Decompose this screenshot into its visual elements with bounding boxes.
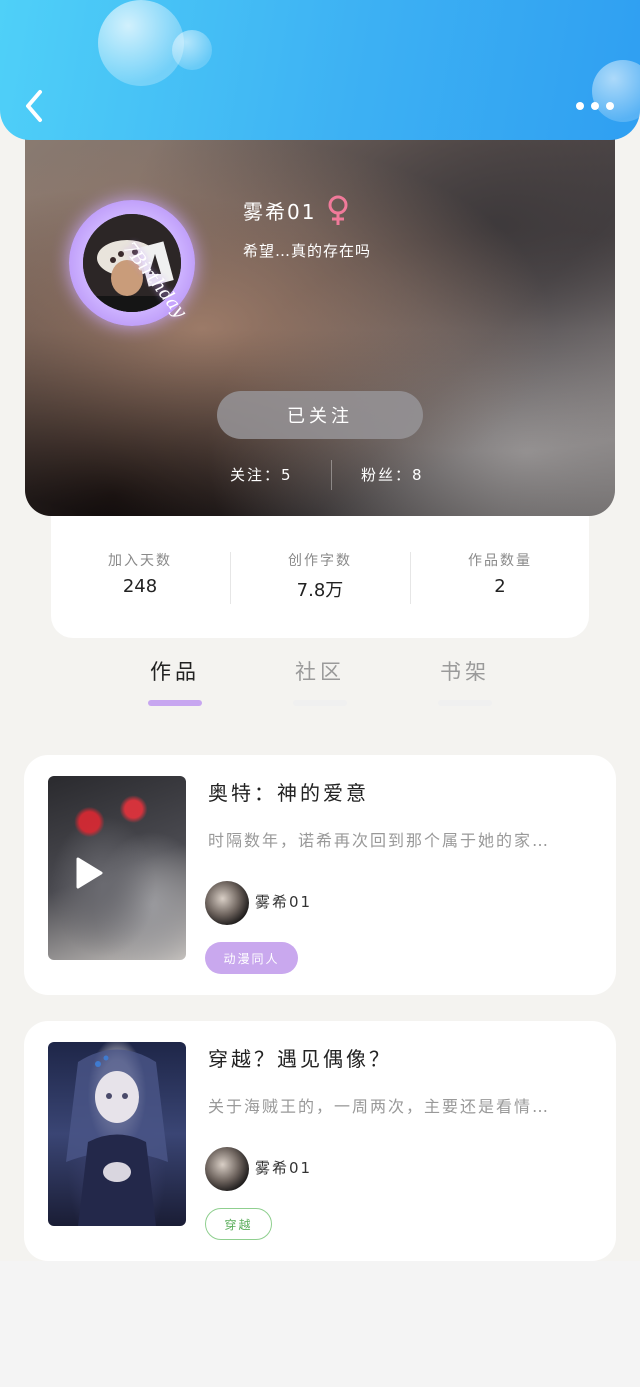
more-dots-icon (606, 102, 614, 110)
stat-join-days: 加入天数 248 (51, 550, 229, 597)
following-count[interactable]: 关注：5 (230, 464, 293, 485)
profile-card: 7Birthday 雾希01 希望…真的存在吗 已关注 关注：5 粉丝：8 (25, 100, 615, 516)
tab-indicator (293, 700, 347, 706)
play-icon[interactable] (74, 856, 104, 890)
follow-counts: 关注：5 粉丝：8 (25, 460, 615, 490)
author-avatar[interactable] (205, 881, 249, 925)
fans-count[interactable]: 粉丝：8 (361, 464, 424, 485)
stat-label: 创作字数 (288, 553, 352, 569)
user-bio: 希望…真的存在吗 (243, 242, 372, 260)
decor-bubble (98, 0, 184, 86)
tab-bookshelf[interactable]: 书架 (410, 656, 520, 706)
user-name: 雾希01 (243, 200, 317, 224)
stat-works-count: 作品数量 2 (411, 550, 589, 597)
female-gender-icon (328, 195, 348, 225)
stat-word-count: 创作字数 7.8万 (231, 550, 409, 602)
profile-tabs: 作品 社区 书架 (0, 652, 640, 712)
decor-bubble (172, 30, 212, 70)
more-button[interactable] (576, 96, 614, 116)
work-description: 关于海贼王的，一周两次，主要还是看情… (208, 1097, 551, 1116)
follow-button[interactable]: 已关注 (217, 391, 423, 439)
profile-page: 7Birthday 雾希01 希望…真的存在吗 已关注 关注：5 粉丝：8 加入… (0, 0, 640, 1387)
stat-value: 248 (122, 576, 158, 597)
tab-works[interactable]: 作品 (120, 656, 230, 706)
tab-indicator (438, 700, 492, 706)
work-card[interactable]: 穿越？遇见偶像？ 关于海贼王的，一周两次，主要还是看情… 雾希01 穿越 (24, 1021, 616, 1261)
top-header (0, 0, 640, 140)
stat-label: 加入天数 (108, 553, 172, 569)
tab-label: 书架 (440, 660, 490, 684)
stats-panel: 加入天数 248 创作字数 7.8万 作品数量 2 (51, 516, 589, 638)
work-tag[interactable]: 动漫同人 (205, 942, 298, 974)
stat-label: 作品数量 (468, 553, 532, 569)
stat-value: 2 (494, 576, 506, 597)
author-avatar[interactable] (205, 1147, 249, 1191)
work-description: 时隔数年，诺希再次回到那个属于她的家… (208, 831, 551, 850)
work-tag[interactable]: 穿越 (205, 1208, 272, 1240)
back-button[interactable] (18, 86, 52, 126)
avatar[interactable]: 7Birthday (69, 180, 199, 326)
tab-indicator (148, 700, 202, 706)
back-arrow-icon (26, 90, 42, 122)
author-name: 雾希01 (255, 1159, 313, 1177)
tab-label: 作品 (150, 660, 200, 684)
tab-label: 社区 (295, 660, 345, 684)
divider (331, 460, 332, 490)
work-cover[interactable] (48, 1042, 186, 1226)
author-name: 雾希01 (255, 893, 313, 911)
tab-community[interactable]: 社区 (265, 656, 375, 706)
work-card[interactable]: 奥特：神的爱意 时隔数年，诺希再次回到那个属于她的家… 雾希01 动漫同人 (24, 755, 616, 995)
more-dots-icon (576, 102, 584, 110)
cover-illustration (66, 1049, 168, 1226)
page-bottom-area (0, 1261, 640, 1387)
more-dots-icon (591, 102, 599, 110)
work-title: 穿越？遇见偶像？ (208, 1047, 392, 1071)
work-title: 奥特：神的爱意 (208, 781, 369, 805)
stat-value: 7.8万 (296, 580, 344, 601)
work-cover[interactable] (48, 776, 186, 960)
